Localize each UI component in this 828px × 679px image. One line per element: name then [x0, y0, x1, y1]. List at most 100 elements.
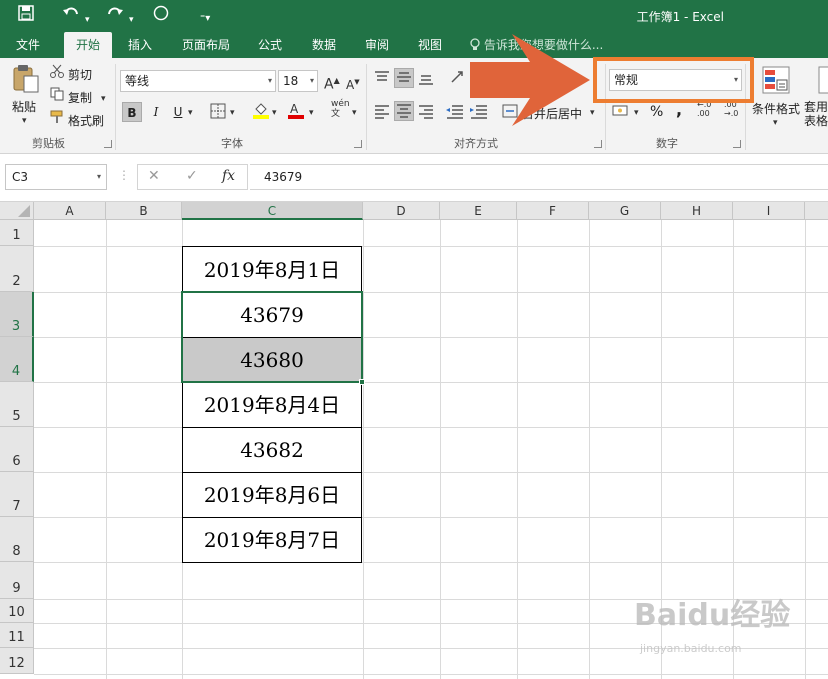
format-painter-button[interactable]: 格式刷 [68, 112, 104, 129]
align-middle-icon[interactable] [394, 68, 414, 88]
cell-c2[interactable]: 2019年8月1日 [182, 246, 362, 293]
decrease-indent-icon[interactable] [446, 103, 464, 125]
row-header-1[interactable]: 1 [0, 220, 34, 246]
cell-c6[interactable]: 43682 [182, 427, 362, 473]
format-painter-icon[interactable] [50, 110, 64, 130]
phonetic-guide-icon[interactable]: wén 文 [331, 99, 350, 119]
column-header-i[interactable]: I [733, 202, 805, 220]
merge-dropdown-icon[interactable]: ▾ [590, 104, 595, 122]
selection-range [181, 291, 363, 383]
cut-icon[interactable] [50, 64, 64, 84]
formula-bar-grip-icon[interactable]: ⋮ [118, 168, 130, 182]
tab-insert[interactable]: 插入 [118, 32, 162, 58]
align-right-icon[interactable] [418, 103, 434, 125]
row-header-8[interactable]: 8 [0, 517, 34, 562]
row-header-6[interactable]: 6 [0, 427, 34, 472]
row-header-3[interactable]: 3 [0, 292, 34, 337]
border-dropdown-icon[interactable]: ▾ [230, 104, 235, 122]
watermark-logo: Baidu经验 [634, 598, 791, 633]
tab-view[interactable]: 视图 [408, 32, 452, 58]
underline-dropdown-icon[interactable]: ▾ [188, 104, 193, 122]
fill-color-icon[interactable] [252, 101, 270, 125]
formula-input[interactable]: 43679 [250, 164, 828, 190]
underline-button[interactable]: U [168, 102, 188, 122]
column-header-b[interactable]: B [106, 202, 182, 220]
accounting-dropdown-icon[interactable]: ▾ [634, 104, 639, 122]
conditional-format-dropdown-icon[interactable]: ▾ [773, 114, 778, 132]
cell-c5[interactable]: 2019年8月4日 [182, 382, 362, 428]
font-color-icon[interactable]: A [287, 101, 305, 125]
copy-dropdown-icon[interactable]: ▾ [101, 90, 106, 108]
shrink-font-icon[interactable]: A▼ [346, 73, 360, 94]
column-header-g[interactable]: G [589, 202, 661, 220]
align-left-icon[interactable] [374, 103, 390, 125]
cut-button[interactable]: 剪切 [68, 66, 92, 83]
gridline [805, 220, 806, 679]
align-bottom-icon[interactable] [418, 70, 434, 92]
fill-handle[interactable] [359, 379, 365, 385]
tab-page-layout[interactable]: 页面布局 [172, 32, 240, 58]
font-launcher-icon[interactable] [354, 140, 362, 148]
font-group-label: 字体 [221, 137, 243, 150]
column-header-next[interactable] [805, 202, 828, 220]
tab-formulas[interactable]: 公式 [248, 32, 292, 58]
name-box[interactable]: C3 ▾ [5, 164, 107, 190]
row-header-5[interactable]: 5 [0, 382, 34, 427]
bold-button[interactable]: B [122, 102, 142, 122]
gridline [589, 220, 590, 679]
tab-file[interactable]: 文件 [6, 32, 50, 58]
phonetic-dropdown-icon[interactable]: ▾ [352, 104, 357, 122]
format-as-table-button[interactable]: 套用表格 [804, 100, 828, 128]
cell-c8[interactable]: 2019年8月7日 [182, 517, 362, 563]
fill-color-dropdown-icon[interactable]: ▾ [272, 104, 277, 122]
number-launcher-icon[interactable] [733, 140, 741, 148]
row-header-2[interactable]: 2 [0, 246, 34, 292]
font-name-combo[interactable]: 等线 ▾ [120, 70, 276, 92]
copy-button[interactable]: 复制 [68, 89, 92, 106]
format-as-table-icon[interactable] [818, 66, 828, 97]
row-header-12[interactable]: 12 [0, 648, 34, 674]
column-header-e[interactable]: E [440, 202, 517, 220]
percent-style-button[interactable]: % [650, 104, 663, 120]
copy-icon[interactable] [50, 87, 64, 107]
tab-home[interactable]: 开始 [64, 32, 113, 58]
row-header-10[interactable]: 10 [0, 599, 34, 623]
border-icon[interactable] [210, 103, 226, 125]
gridline [34, 382, 828, 383]
column-header-a[interactable]: A [34, 202, 106, 220]
watermark-site: jingyan.baidu.com [640, 642, 742, 655]
font-size-combo[interactable]: 18 ▾ [278, 70, 318, 92]
align-center-icon[interactable] [394, 101, 414, 121]
row-header-11[interactable]: 11 [0, 623, 34, 648]
cancel-icon[interactable]: ✕ [148, 168, 160, 184]
accounting-format-icon[interactable] [612, 103, 630, 125]
clipboard-launcher-icon[interactable] [104, 140, 112, 148]
italic-button[interactable]: I [146, 102, 166, 122]
row-header-7[interactable]: 7 [0, 472, 34, 517]
column-header-f[interactable]: F [517, 202, 589, 220]
row-number: 2 [12, 274, 21, 289]
select-all-corner[interactable] [0, 202, 34, 220]
chevron-down-icon: ▾ [96, 172, 101, 181]
tab-data[interactable]: 数据 [302, 32, 346, 58]
insert-function-icon[interactable]: fx [222, 168, 235, 184]
grow-font-icon[interactable]: A▲ [324, 72, 340, 94]
alignment-launcher-icon[interactable] [594, 140, 602, 148]
column-header-h[interactable]: H [661, 202, 733, 220]
conditional-format-icon[interactable] [762, 66, 790, 97]
tab-review[interactable]: 审阅 [355, 32, 399, 58]
orientation-icon[interactable] [450, 70, 466, 92]
paste-icon[interactable] [12, 64, 40, 97]
gridline [363, 220, 364, 679]
paste-dropdown-icon[interactable]: ▾ [22, 112, 27, 130]
row-header-9[interactable]: 9 [0, 562, 34, 599]
align-top-icon[interactable] [374, 70, 390, 92]
enter-icon[interactable]: ✓ [186, 168, 198, 184]
row-number: 5 [12, 409, 21, 424]
row-header-4[interactable]: 4 [0, 337, 34, 382]
font-color-dropdown-icon[interactable]: ▾ [309, 104, 314, 122]
column-header-d[interactable]: D [363, 202, 440, 220]
cell-c7[interactable]: 2019年8月6日 [182, 472, 362, 518]
font-size-value: 18 [283, 74, 299, 88]
column-header-c[interactable]: C [182, 202, 363, 220]
